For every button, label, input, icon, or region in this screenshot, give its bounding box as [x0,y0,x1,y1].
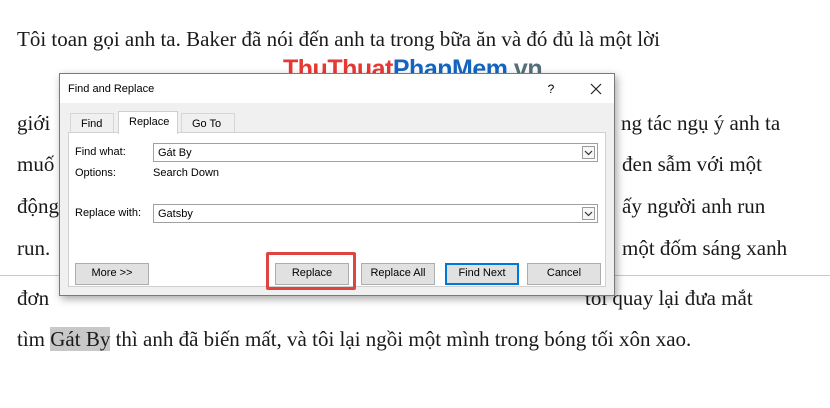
doc-line-3: muố [17,152,55,176]
help-button[interactable]: ? [543,81,559,97]
tab-goto-label: Go To [192,118,222,130]
replace-with-input[interactable]: Gatsby [153,204,598,223]
cancel-button[interactable]: Cancel [527,263,601,285]
tab-find[interactable]: Find [70,113,114,133]
options-value: Search Down [153,167,220,179]
doc-text: tìm [17,327,51,351]
doc-line-3b: đen sẫm với một [622,152,763,176]
dialog-titlebar[interactable]: Find and Replace ? [60,74,614,103]
more-button[interactable]: More >> [75,263,149,285]
doc-text: thì anh đã biến mất, và tôi lại ngồi một… [110,327,692,351]
doc-line-1: Tôi toan gọi anh ta. Baker đã nói đến an… [17,27,660,51]
doc-line-4: động [17,194,59,218]
search-match-highlight: Gát By [50,327,111,351]
doc-line-6: đơn [17,286,50,310]
options-label: Options: [75,167,116,179]
tab-replace-label: Replace [129,116,170,128]
tab-find-label: Find [81,118,103,130]
find-what-value: Gát By [158,147,192,159]
doc-line-5b: một đốm sáng xanh [622,236,788,260]
replace-with-value: Gatsby [158,208,193,220]
tab-replace[interactable]: Replace [118,111,178,134]
replace-with-label: Replace with: [75,207,142,219]
tab-goto[interactable]: Go To [181,113,235,133]
chevron-down-icon[interactable] [582,146,595,159]
close-icon[interactable] [586,80,606,98]
dialog-title: Find and Replace [68,83,155,95]
find-what-input[interactable]: Gát By [153,143,598,162]
doc-line-4b: ấy người anh run [622,194,766,218]
doc-line-2b: ng tác ngụ ý anh ta [621,111,781,135]
replace-highlight-box [266,252,356,290]
find-next-button[interactable]: Find Next [445,263,519,285]
find-what-label: Find what: [75,146,126,158]
doc-line-7: tìm Gát By thì anh đã biến mất, và tôi l… [17,327,691,351]
chevron-down-icon[interactable] [582,207,595,220]
doc-line-2: giới [17,111,51,135]
replace-all-button[interactable]: Replace All [361,263,435,285]
doc-line-5: run. [17,236,51,260]
